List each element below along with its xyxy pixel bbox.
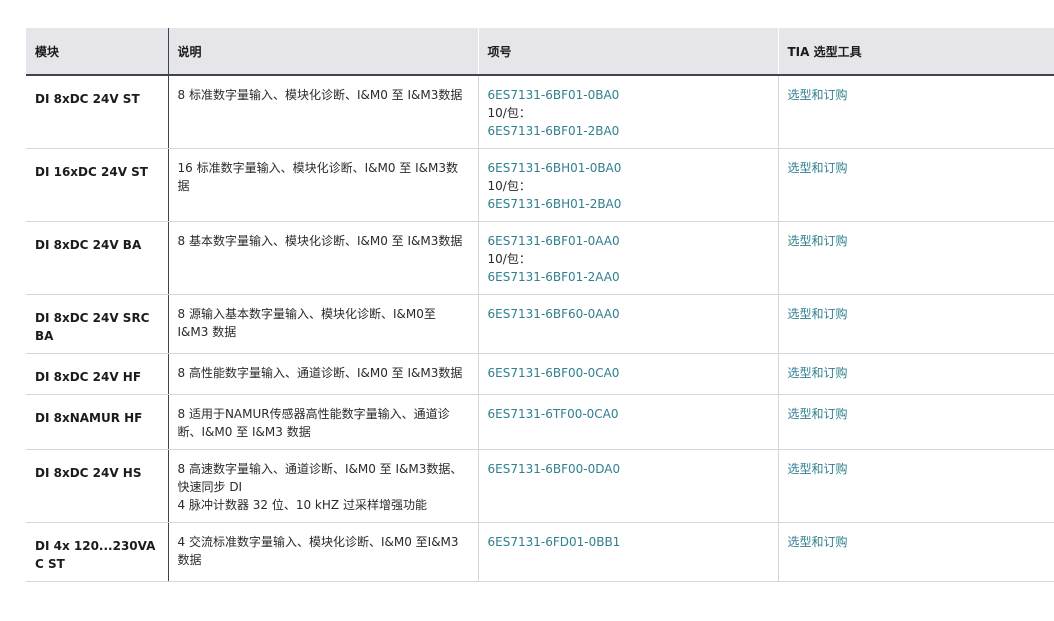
description-line: I&M3 数据 — [177, 325, 237, 339]
item-number-link[interactable]: 6ES7131-6BF60-0AA0 — [488, 305, 769, 323]
pack-item-number-link[interactable]: 6ES7131-6BF01-2BA0 — [488, 122, 769, 140]
item-number-link[interactable]: 6ES7131-6BF01-0AA0 — [488, 232, 769, 250]
table-row: DI 8xDC 24V ST 8 标准数字量输入、模块化诊断、I&M0 至 I&M… — [26, 75, 1054, 149]
module-description: 8 高性能数字量输入、通道诊断、I&M0 至 I&M3数据 — [168, 353, 479, 395]
item-number-cell: 6ES7131-6FD01-0BB1 — [478, 522, 779, 582]
select-and-order-link[interactable]: 选型和订购 — [788, 88, 848, 102]
item-number-cell: 6ES7131-6BH01-0BA0 10/包： 6ES7131-6BH01-2BA… — [478, 148, 779, 222]
pack-label: 10/包： — [487, 179, 531, 193]
item-number-cell: 6ES7131-6TF00-0CA0 — [478, 394, 779, 450]
item-number-cell: 6ES7131-6BF00-0CA0 — [478, 353, 779, 395]
item-number-cell: 6ES7131-6BF01-0AA0 10/包： 6ES7131-6BF01-2AA… — [478, 221, 779, 295]
module-description: 8 标准数字量输入、模块化诊断、I&M0 至 I&M3数据 — [168, 75, 479, 149]
tia-tool-cell: 选型和订购 — [778, 449, 1054, 523]
table-row: DI 8xNAMUR HF 8 适用于NAMUR传感器高性能数字量输入、通道诊 断、… — [26, 394, 1054, 450]
header-description: 说明 — [168, 28, 479, 76]
description-line: 4 脉冲计数器 32 位、10 kHZ 过采样增强功能 — [177, 498, 427, 512]
description-line: 16 标准数字量输入、模块化诊断、I&M0 至 I&M3数 — [177, 161, 458, 175]
pack-label: 10/包： — [487, 106, 531, 120]
table-row: DI 8xDC 24V SRC BA 8 源输入基本数字量输入、模块化诊断、I&M… — [26, 294, 1054, 354]
select-and-order-link[interactable]: 选型和订购 — [788, 307, 848, 321]
module-description: 4 交流标准数字量输入、模块化诊断、I&M0 至I&M3 数据 — [168, 522, 479, 582]
module-description: 8 源输入基本数字量输入、模块化诊断、I&M0至 I&M3 数据 — [168, 294, 479, 354]
table-row: DI 8xDC 24V HF 8 高性能数字量输入、通道诊断、I&M0 至 I&M… — [26, 353, 1054, 395]
pack-item-number-link[interactable]: 6ES7131-6BF01-2AA0 — [488, 268, 769, 286]
item-number-link[interactable]: 6ES7131-6FD01-0BB1 — [488, 533, 769, 551]
product-table: 模块 说明 项号 TIA 选型工具 DI 8xDC 24V ST 8 标准数字量输… — [26, 28, 1054, 582]
item-number-link[interactable]: 6ES7131-6BF00-0CA0 — [488, 364, 769, 382]
header-tia-tool: TIA 选型工具 — [778, 28, 1054, 76]
description-line: 8 基本数字量输入、模块化诊断、I&M0 至 I&M3数据 — [177, 234, 463, 248]
description-line: 8 高速数字量输入、通道诊断、I&M0 至 I&M3数据、 — [177, 462, 463, 476]
table-row: DI 4x 120...230VAC ST 4 交流标准数字量输入、模块化诊断、I… — [26, 522, 1054, 582]
description-line: 数据 — [177, 553, 202, 567]
module-description: 8 基本数字量输入、模块化诊断、I&M0 至 I&M3数据 — [168, 221, 479, 295]
table-row: DI 8xDC 24V HS 8 高速数字量输入、通道诊断、I&M0 至 I&M3… — [26, 449, 1054, 523]
tia-tool-cell: 选型和订购 — [778, 394, 1054, 450]
item-number-cell: 6ES7131-6BF01-0BA0 10/包： 6ES7131-6BF01-2BA… — [478, 75, 779, 149]
table-row: DI 8xDC 24V BA 8 基本数字量输入、模块化诊断、I&M0 至 I&M… — [26, 221, 1054, 295]
table-header: 模块 说明 项号 TIA 选型工具 — [26, 28, 1054, 76]
select-and-order-link[interactable]: 选型和订购 — [788, 407, 848, 421]
item-number-cell: 6ES7131-6BF00-0DA0 — [478, 449, 779, 523]
module-name: DI 8xDC 24V HF — [26, 353, 169, 395]
module-name: DI 8xDC 24V ST — [26, 75, 169, 149]
item-number-link[interactable]: 6ES7131-6BH01-0BA0 — [488, 159, 769, 177]
description-line: 8 高性能数字量输入、通道诊断、I&M0 至 I&M3数据 — [177, 366, 463, 380]
description-line: 8 源输入基本数字量输入、模块化诊断、I&M0至 — [177, 307, 436, 321]
select-and-order-link[interactable]: 选型和订购 — [788, 234, 848, 248]
module-name: DI 16xDC 24V ST — [26, 148, 169, 222]
table-row: DI 16xDC 24V ST 16 标准数字量输入、模块化诊断、I&M0 至 I… — [26, 148, 1054, 222]
select-and-order-link[interactable]: 选型和订购 — [788, 161, 848, 175]
pack-item-number-link[interactable]: 6ES7131-6BH01-2BA0 — [488, 195, 769, 213]
module-description: 8 高速数字量输入、通道诊断、I&M0 至 I&M3数据、 快速同步 DI 4 脉冲… — [168, 449, 479, 523]
item-number-link[interactable]: 6ES7131-6BF00-0DA0 — [488, 460, 769, 478]
select-and-order-link[interactable]: 选型和订购 — [788, 366, 848, 380]
description-line: 8 适用于NAMUR传感器高性能数字量输入、通道诊 — [177, 407, 450, 421]
table-body: DI 8xDC 24V ST 8 标准数字量输入、模块化诊断、I&M0 至 I&M… — [26, 75, 1054, 582]
tia-tool-cell: 选型和订购 — [778, 522, 1054, 582]
module-name: DI 8xNAMUR HF — [26, 394, 169, 450]
tia-tool-cell: 选型和订购 — [778, 148, 1054, 222]
module-name: DI 4x 120...230VAC ST — [26, 522, 169, 582]
pack-label: 10/包： — [487, 252, 531, 266]
tia-tool-cell: 选型和订购 — [778, 75, 1054, 149]
description-line: 快速同步 DI — [177, 480, 243, 494]
module-name: DI 8xDC 24V SRC BA — [26, 294, 169, 354]
item-number-link[interactable]: 6ES7131-6BF01-0BA0 — [488, 86, 769, 104]
module-name: DI 8xDC 24V HS — [26, 449, 169, 523]
tia-tool-cell: 选型和订购 — [778, 353, 1054, 395]
item-number-link[interactable]: 6ES7131-6TF00-0CA0 — [488, 405, 769, 423]
select-and-order-link[interactable]: 选型和订购 — [788, 535, 848, 549]
description-line: 据 — [177, 179, 190, 193]
module-description: 8 适用于NAMUR传感器高性能数字量输入、通道诊 断、I&M0 至 I&M3 数… — [168, 394, 479, 450]
description-line: 断、I&M0 至 I&M3 数据 — [177, 425, 311, 439]
header-item-number: 项号 — [478, 28, 779, 76]
product-table-container: 模块 说明 项号 TIA 选型工具 DI 8xDC 24V ST 8 标准数字量输… — [26, 28, 1054, 582]
header-module: 模块 — [26, 28, 169, 76]
item-number-cell: 6ES7131-6BF60-0AA0 — [478, 294, 779, 354]
description-line: 4 交流标准数字量输入、模块化诊断、I&M0 至I&M3 — [177, 535, 459, 549]
tia-tool-cell: 选型和订购 — [778, 294, 1054, 354]
select-and-order-link[interactable]: 选型和订购 — [788, 462, 848, 476]
module-name: DI 8xDC 24V BA — [26, 221, 169, 295]
description-line: 8 标准数字量输入、模块化诊断、I&M0 至 I&M3数据 — [177, 88, 463, 102]
module-description: 16 标准数字量输入、模块化诊断、I&M0 至 I&M3数据 — [168, 148, 479, 222]
tia-tool-cell: 选型和订购 — [778, 221, 1054, 295]
header-row: 模块 说明 项号 TIA 选型工具 — [26, 28, 1054, 76]
